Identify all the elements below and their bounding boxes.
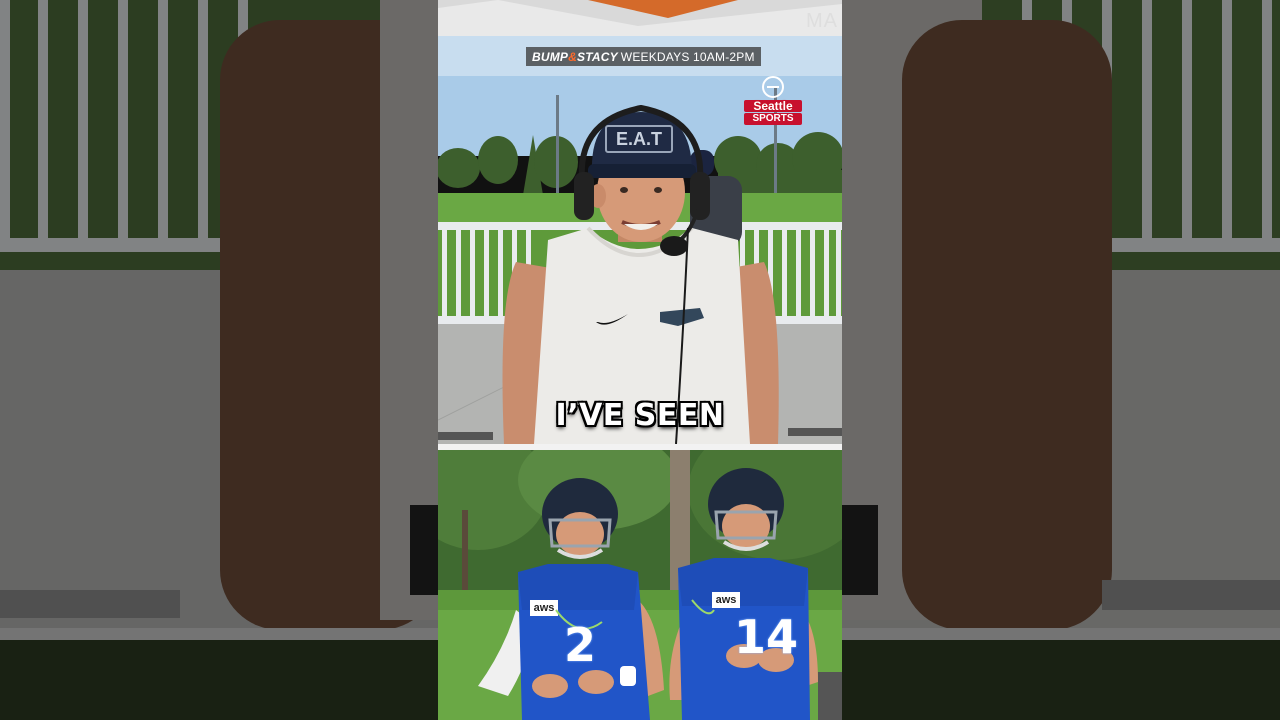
show-banner: BUMP&STACY WEEKDAYS 10AM-2PM bbox=[526, 47, 761, 66]
player-14-sponsor: aws bbox=[715, 594, 737, 606]
show-brand-left: BUMP bbox=[532, 49, 569, 64]
show-brand: BUMP&STACY bbox=[532, 50, 618, 64]
show-schedule: WEEKDAYS 10AM-2PM bbox=[620, 49, 755, 64]
interview-panel: MA BUMP&STACY WEEKDAYS 10AM-2PM Seattle … bbox=[438, 0, 842, 444]
station-globe-icon bbox=[762, 76, 784, 98]
players-panel: aws 2 aws 14 bbox=[438, 450, 842, 720]
tent-sign-text: MA bbox=[806, 10, 838, 32]
player-2-number: 2 bbox=[563, 618, 596, 672]
cap-text: E.A.T bbox=[615, 129, 662, 149]
station-name-line1: Seattle bbox=[744, 100, 802, 112]
station-logo: Seattle SPORTS bbox=[744, 76, 802, 125]
player-14-number: 14 bbox=[733, 610, 798, 664]
subtitle-caption: I’VE SEEN bbox=[555, 398, 725, 433]
station-name-line2: SPORTS bbox=[744, 113, 802, 125]
show-brand-amp: & bbox=[568, 49, 578, 64]
show-brand-right: STACY bbox=[577, 49, 618, 64]
players-scene bbox=[438, 450, 842, 720]
interview-scene bbox=[438, 0, 842, 444]
player-2-sponsor: aws bbox=[533, 602, 555, 614]
video-frame[interactable]: MA BUMP&STACY WEEKDAYS 10AM-2PM Seattle … bbox=[438, 0, 842, 720]
